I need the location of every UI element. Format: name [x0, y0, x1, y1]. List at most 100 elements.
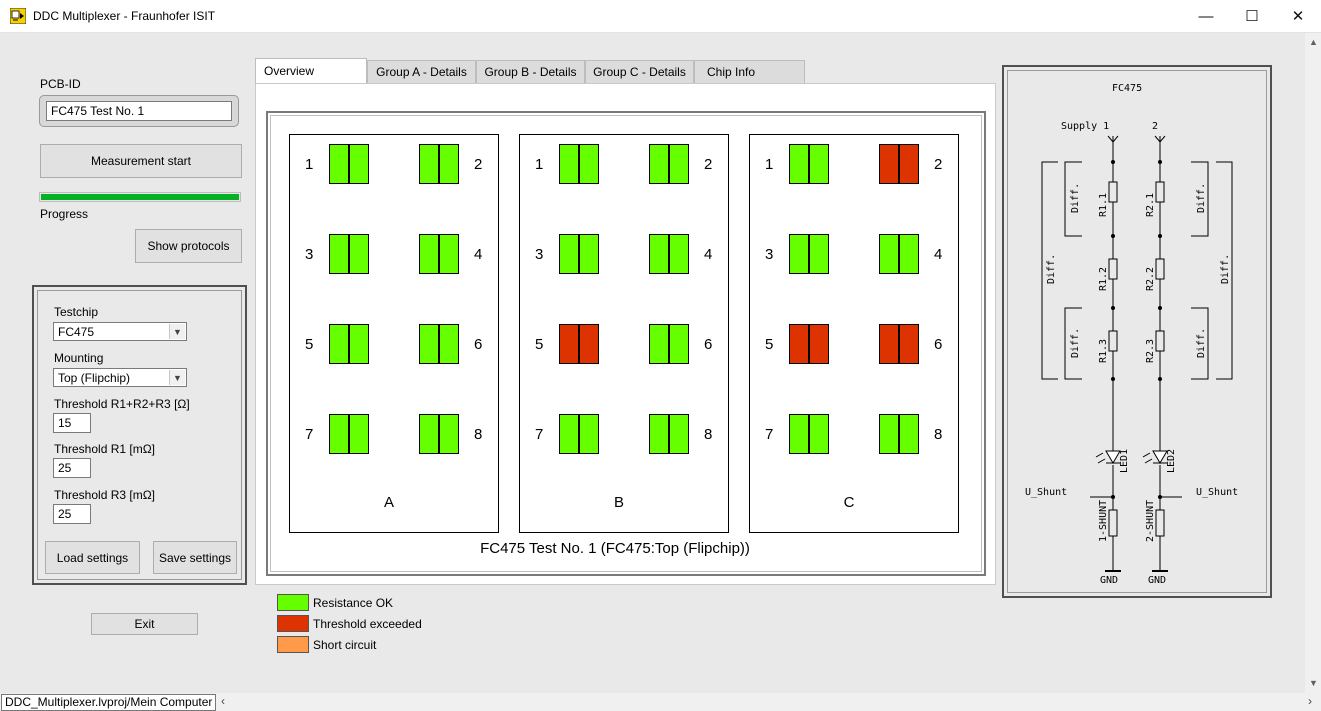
chip-number: 5	[765, 336, 774, 353]
save-settings-button[interactable]: Save settings	[153, 541, 237, 574]
chip-divider	[578, 325, 580, 363]
chevron-down-icon[interactable]: ▼	[169, 370, 185, 385]
vertical-scrollbar[interactable]: ▲ ▼	[1305, 33, 1321, 693]
group-c-box	[749, 134, 959, 533]
chip-a-2-indicator	[419, 144, 459, 184]
chip-divider	[348, 145, 350, 183]
chip-a-8-indicator	[419, 414, 459, 454]
chip-divider	[438, 325, 440, 363]
scroll-left-icon[interactable]: ‹	[221, 694, 225, 708]
labview-app-icon	[10, 8, 26, 24]
diff-label: Diff.	[1220, 254, 1231, 284]
mounting-select[interactable]: Top (Flipchip) ▼	[53, 368, 187, 387]
threshold-r3-input[interactable]: 25	[53, 504, 91, 524]
diff-label: Diff.	[1070, 328, 1081, 358]
r2-2-label: R2.2	[1145, 267, 1156, 291]
scroll-right-icon[interactable]: ›	[1308, 694, 1312, 708]
testchip-select[interactable]: FC475 ▼	[53, 322, 187, 341]
testchip-label: Testchip	[54, 305, 99, 319]
measurement-start-button[interactable]: Measurement start	[40, 144, 242, 178]
chip-number: 6	[704, 336, 713, 353]
chip-divider	[898, 235, 900, 273]
u-shunt-1-label: U_Shunt	[1025, 487, 1067, 498]
chip-c-4-indicator	[879, 234, 919, 274]
horizontal-scrollbar[interactable]: DDC_Multiplexer.lvproj/Mein Computer ‹ ›	[0, 693, 1321, 711]
threshold-total-input[interactable]: 15	[53, 413, 91, 433]
chip-number: 1	[765, 156, 774, 173]
r1-1-label: R1.1	[1098, 193, 1109, 217]
close-icon: ✕	[1291, 8, 1305, 25]
chip-number: 1	[305, 156, 314, 173]
chip-number: 6	[934, 336, 943, 353]
resistor-r2-3	[1155, 330, 1165, 352]
tab-group-c-details[interactable]: Group C - Details	[585, 60, 694, 83]
shunt-2-label: 2-SHUNT	[1145, 500, 1156, 542]
scroll-up-icon[interactable]: ▲	[1309, 37, 1318, 47]
exit-button[interactable]: Exit	[91, 613, 198, 635]
chip-divider	[808, 325, 810, 363]
schematic-diagram: FC475 Supply 1 2 R1.1 R1.2 R1.3 R2.1 R2.…	[1025, 83, 1238, 586]
group-c-label: C	[843, 494, 855, 511]
chip-divider	[808, 145, 810, 183]
diff-label: Diff.	[1196, 328, 1207, 358]
tab-overview[interactable]: Overview	[255, 58, 367, 83]
chip-divider	[438, 145, 440, 183]
chip-a-3-indicator	[329, 234, 369, 274]
gnd-1-label: GND	[1100, 575, 1118, 586]
chip-divider	[348, 325, 350, 363]
tab-group-a-details[interactable]: Group A - Details	[367, 60, 476, 83]
window-title: DDC Multiplexer - Fraunhofer ISIT	[33, 9, 216, 23]
chip-divider	[348, 235, 350, 273]
testchip-value: FC475	[58, 325, 95, 339]
resistor-r1-1	[1108, 181, 1118, 203]
chip-c-2-indicator	[879, 144, 919, 184]
minimize-icon: —	[1198, 7, 1214, 25]
chip-number: 2	[934, 156, 943, 173]
pcb-id-input[interactable]: FC475 Test No. 1	[46, 101, 232, 121]
chip-number: 5	[305, 336, 314, 353]
pcb-id-label: PCB-ID	[40, 77, 81, 91]
scroll-down-icon[interactable]: ▼	[1309, 678, 1318, 688]
chip-divider	[668, 235, 670, 273]
chip-b-3-indicator	[559, 234, 599, 274]
chip-number: 6	[474, 336, 483, 353]
project-path-label: DDC_Multiplexer.lvproj/Mein Computer	[1, 694, 217, 711]
chip-b-6-indicator	[649, 324, 689, 364]
chip-a-7-indicator	[329, 414, 369, 454]
chip-number: 7	[765, 426, 774, 443]
diff-label: Diff.	[1046, 254, 1057, 284]
chip-divider	[898, 415, 900, 453]
gnd-2-label: GND	[1148, 575, 1166, 586]
chip-divider	[438, 415, 440, 453]
chip-number: 1	[535, 156, 544, 173]
r2-3-label: R2.3	[1145, 339, 1156, 363]
minimize-button[interactable]: —	[1183, 0, 1229, 32]
chip-divider	[898, 145, 900, 183]
r2-1-label: R2.1	[1145, 193, 1156, 217]
tab-group-b-details[interactable]: Group B - Details	[476, 60, 585, 83]
legend-label-ok: Resistance OK	[313, 596, 394, 610]
chip-number: 7	[305, 426, 314, 443]
close-button[interactable]: ✕	[1275, 0, 1321, 32]
chevron-down-icon[interactable]: ▼	[169, 324, 185, 339]
progress-bar	[39, 192, 241, 202]
chip-c-8-indicator	[879, 414, 919, 454]
chip-number: 2	[704, 156, 713, 173]
chip-b-1-indicator	[559, 144, 599, 184]
pcb-id-frame: FC475 Test No. 1	[39, 95, 239, 127]
r1-2-label: R1.2	[1098, 267, 1109, 291]
threshold-r1-input[interactable]: 25	[53, 458, 91, 478]
chip-number: 7	[535, 426, 544, 443]
legend-swatch-fail	[277, 615, 309, 632]
tab-chip-info[interactable]: Chip Info	[694, 60, 805, 83]
load-settings-button[interactable]: Load settings	[45, 541, 140, 574]
show-protocols-button[interactable]: Show protocols	[135, 229, 242, 263]
maximize-button[interactable]: ☐	[1229, 0, 1275, 32]
chip-divider	[808, 415, 810, 453]
resistor-r1-2	[1108, 258, 1118, 280]
chip-b-5-indicator	[559, 324, 599, 364]
group-a-label: A	[383, 494, 394, 511]
chip-c-6-indicator	[879, 324, 919, 364]
chip-number: 5	[535, 336, 544, 353]
chip-divider	[668, 145, 670, 183]
